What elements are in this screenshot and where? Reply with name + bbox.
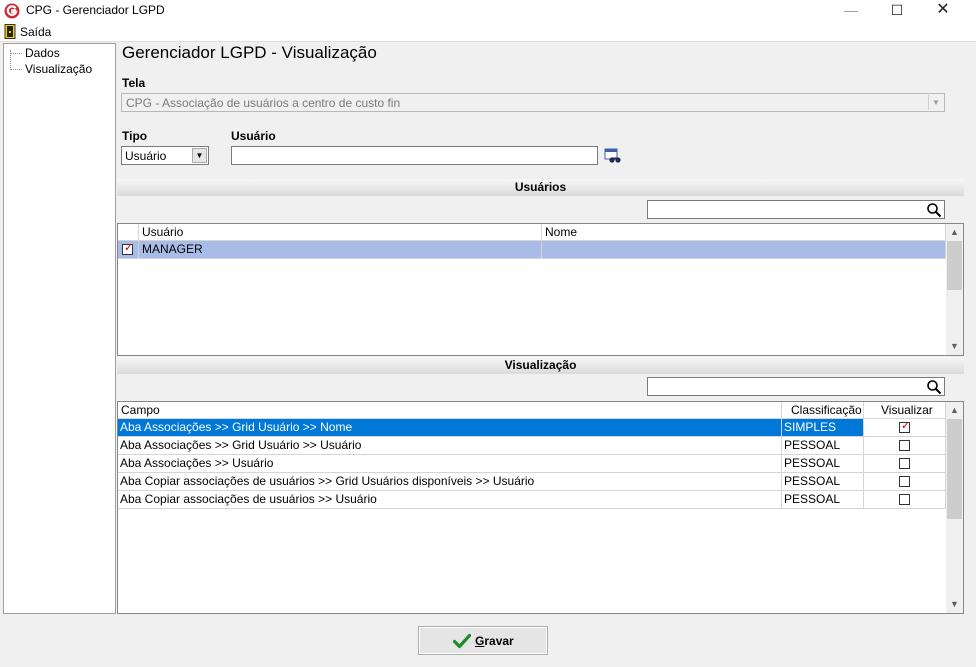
scroll-down-icon[interactable]: ▼ bbox=[946, 338, 963, 355]
visualizar-cell bbox=[864, 491, 946, 509]
tree-item-visualizacao[interactable]: Visualização bbox=[6, 62, 106, 76]
tipo-select-value: Usuário bbox=[125, 149, 167, 163]
table-row[interactable]: Aba Associações >> Grid Usuário >> Usuár… bbox=[118, 437, 946, 455]
tipo-select[interactable]: Usuário ▼ bbox=[121, 146, 209, 165]
column-header-visualizar[interactable]: Visualizar bbox=[864, 402, 946, 419]
minimize-button[interactable]: — bbox=[828, 0, 874, 22]
classificacao-cell: SIMPLES bbox=[782, 419, 864, 437]
usuario-cell: MANAGER bbox=[139, 241, 542, 259]
table-row[interactable]: ✓ MANAGER bbox=[118, 241, 946, 259]
scroll-thumb[interactable] bbox=[947, 419, 962, 519]
table-row[interactable]: Aba Associações >> Grid Usuário >> Nome … bbox=[118, 419, 946, 437]
table-row[interactable]: Aba Associações >> Usuário PESSOAL bbox=[118, 455, 946, 473]
nome-cell bbox=[542, 241, 946, 259]
visualizar-checkbox[interactable] bbox=[899, 458, 910, 469]
scroll-down-icon[interactable]: ▼ bbox=[946, 596, 963, 613]
tree-item-dados[interactable]: Dados bbox=[6, 46, 106, 60]
column-header-usuario[interactable]: Usuário bbox=[139, 224, 542, 241]
column-header-classificacao[interactable]: Classificação bbox=[782, 402, 864, 419]
gravar-button-label: Gravar bbox=[475, 634, 514, 648]
classificacao-cell: PESSOAL bbox=[782, 455, 864, 473]
campo-cell: Aba Associações >> Grid Usuário >> Nome bbox=[118, 419, 782, 437]
page-title: Gerenciador LGPD - Visualização bbox=[122, 43, 377, 62]
tela-label: Tela bbox=[122, 76, 146, 90]
chevron-down-icon[interactable]: ▼ bbox=[192, 148, 207, 163]
tree-item-label: Visualização bbox=[25, 62, 93, 76]
usuario-input[interactable] bbox=[231, 146, 598, 165]
visualizacao-vertical-scrollbar[interactable]: ▲ ▼ bbox=[946, 402, 963, 613]
close-button[interactable]: ✕ bbox=[920, 0, 966, 22]
tela-select-value: CPG - Associação de usuários a centro de… bbox=[126, 96, 401, 110]
navigation-tree: Dados Visualização bbox=[3, 43, 116, 614]
green-check-icon bbox=[453, 633, 471, 649]
scroll-thumb[interactable] bbox=[947, 241, 962, 290]
binoculars-icon[interactable] bbox=[604, 148, 622, 164]
tree-connector bbox=[10, 69, 22, 70]
visualizar-cell: ✓ bbox=[864, 419, 946, 437]
search-icon[interactable] bbox=[926, 379, 942, 395]
visualizacao-search-input[interactable] bbox=[647, 377, 945, 396]
tipo-label: Tipo bbox=[122, 129, 148, 143]
usuarios-search-input[interactable] bbox=[647, 200, 945, 219]
visualizar-checkbox[interactable] bbox=[899, 476, 910, 487]
checkmark-icon: ✓ bbox=[901, 420, 911, 432]
visualizar-checkbox[interactable] bbox=[899, 494, 910, 505]
tree-item-label: Dados bbox=[25, 46, 60, 60]
search-icon[interactable] bbox=[926, 202, 942, 218]
usuarios-vertical-scrollbar[interactable]: ▲ ▼ bbox=[946, 224, 963, 355]
classificacao-cell: PESSOAL bbox=[782, 473, 864, 491]
table-row[interactable]: Aba Copiar associações de usuários >> Us… bbox=[118, 491, 946, 509]
visualizar-checkbox[interactable]: ✓ bbox=[899, 420, 911, 433]
title-bar: CPG - Gerenciador LGPD — ☐ ✕ bbox=[0, 0, 976, 22]
visualizar-cell bbox=[864, 473, 946, 491]
classificacao-cell: PESSOAL bbox=[782, 437, 864, 455]
row-check-cell: ✓ bbox=[118, 241, 139, 259]
usuarios-grid: Usuário Nome ✓ MANAGER ▲ ▼ bbox=[117, 223, 964, 356]
row-indicator-header bbox=[118, 224, 139, 241]
window-title: CPG - Gerenciador LGPD bbox=[26, 3, 165, 17]
campo-cell: Aba Associações >> Usuário bbox=[118, 455, 782, 473]
visualizar-cell bbox=[864, 455, 946, 473]
chevron-down-icon: ▼ bbox=[928, 95, 943, 110]
tela-select: CPG - Associação de usuários a centro de… bbox=[121, 93, 945, 112]
menu-item-label: Saída bbox=[20, 25, 52, 39]
scroll-up-icon[interactable]: ▲ bbox=[946, 224, 963, 241]
campo-cell: Aba Copiar associações de usuários >> Us… bbox=[118, 491, 782, 509]
maximize-button[interactable]: ☐ bbox=[874, 0, 920, 22]
menu-item-saida[interactable]: Saída bbox=[0, 22, 52, 42]
row-checkbox[interactable]: ✓ bbox=[122, 242, 134, 255]
app-logo-icon bbox=[4, 3, 20, 19]
usuario-label: Usuário bbox=[231, 129, 276, 143]
checkmark-icon: ✓ bbox=[124, 242, 134, 254]
menu-bar: Saída bbox=[0, 22, 976, 42]
table-row[interactable]: Aba Copiar associações de usuários >> Gr… bbox=[118, 473, 946, 491]
column-header-campo[interactable]: Campo bbox=[118, 402, 782, 419]
visualizacao-section-header: Visualização bbox=[117, 357, 964, 374]
visualizacao-grid: Campo Classificação Visualizar Aba Assoc… bbox=[117, 401, 964, 614]
campo-cell: Aba Associações >> Grid Usuário >> Usuár… bbox=[118, 437, 782, 455]
tree-connector bbox=[10, 53, 22, 54]
gravar-button[interactable]: Gravar bbox=[418, 626, 548, 655]
campo-cell: Aba Copiar associações de usuários >> Gr… bbox=[118, 473, 782, 491]
column-header-nome[interactable]: Nome bbox=[542, 224, 946, 241]
classificacao-cell: PESSOAL bbox=[782, 491, 864, 509]
scroll-up-icon[interactable]: ▲ bbox=[946, 402, 963, 419]
usuarios-section-header: Usuários bbox=[117, 179, 964, 196]
visualizar-checkbox[interactable] bbox=[899, 440, 910, 451]
exit-door-icon bbox=[4, 24, 16, 39]
visualizar-cell bbox=[864, 437, 946, 455]
